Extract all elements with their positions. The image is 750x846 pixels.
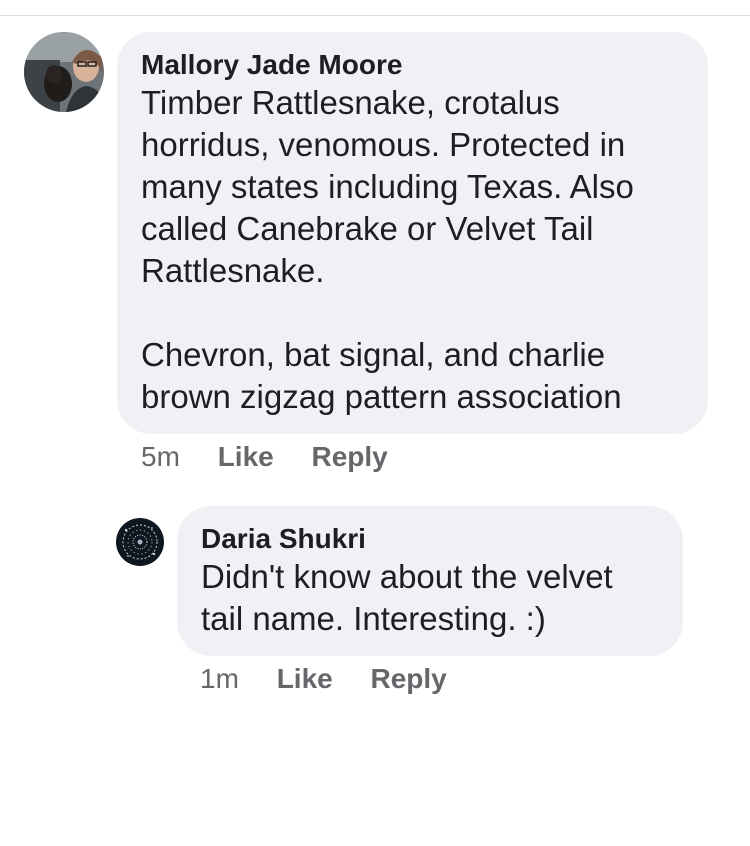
reply-button[interactable]: Reply: [371, 663, 447, 694]
comment-bubble: Mallory Jade Moore Timber Rattlesnake, c…: [117, 32, 708, 434]
reply-button[interactable]: Reply: [312, 441, 388, 472]
like-button[interactable]: Like: [277, 663, 333, 694]
avatar-mallory[interactable]: [24, 32, 104, 112]
comment-text: Timber Rattlesnake, crotalus horridus, v…: [141, 84, 634, 415]
reply-actions: 1m Like Reply: [200, 662, 447, 696]
profile-photo-icon: [24, 32, 104, 112]
comment-actions: 5m Like Reply: [141, 440, 388, 474]
comments-thread: Mallory Jade Moore Timber Rattlesnake, c…: [0, 0, 750, 846]
reply-text: Didn't know about the velvet tail name. …: [201, 558, 613, 637]
reply-timestamp[interactable]: 1m: [200, 663, 239, 694]
comment-timestamp[interactable]: 5m: [141, 441, 180, 472]
profile-photo-icon: [116, 518, 164, 566]
comment-author[interactable]: Mallory Jade Moore: [141, 48, 688, 82]
avatar-daria[interactable]: [116, 518, 164, 566]
top-divider: [0, 15, 750, 16]
like-button[interactable]: Like: [218, 441, 274, 472]
reply-bubble: Daria Shukri Didn't know about the velve…: [177, 506, 683, 656]
reply-author[interactable]: Daria Shukri: [201, 522, 663, 556]
